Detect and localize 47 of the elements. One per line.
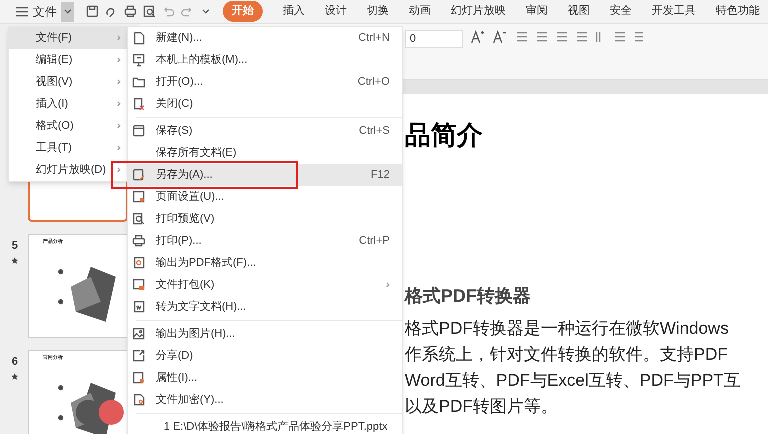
slide-number: 6 bbox=[12, 355, 18, 370]
slide-subtitle: 格式PDF转换器 bbox=[405, 285, 532, 308]
menu-item[interactable]: 格式(O) bbox=[9, 115, 127, 137]
menu-item[interactable]: 插入(I) bbox=[9, 93, 127, 115]
shortcut-text: Ctrl+O bbox=[358, 74, 390, 90]
menu-item[interactable]: 幻灯片放映(D) bbox=[9, 159, 127, 181]
menu-item[interactable]: 文件(F) bbox=[9, 27, 127, 49]
menu-item[interactable]: 打印预览(V) bbox=[128, 208, 402, 230]
slide-number: 5 bbox=[12, 239, 18, 254]
menu-item[interactable]: 分享(D) bbox=[128, 345, 402, 367]
menu-item[interactable]: 输出为图片(H)... bbox=[128, 323, 402, 345]
menu-item[interactable]: 视图(V) bbox=[9, 71, 127, 93]
menu-item[interactable]: 文件打包(K) bbox=[128, 274, 402, 296]
menu-item[interactable]: 保存所有文档(E) bbox=[128, 142, 402, 164]
ribbon-tab[interactable]: 设计 bbox=[325, 3, 347, 20]
ribbon-tab[interactable]: 幻灯片放映 bbox=[451, 3, 506, 20]
menu-item[interactable]: 编辑(E) bbox=[9, 49, 127, 71]
ribbon-tab[interactable]: 切换 bbox=[367, 3, 389, 20]
file-menu-label[interactable]: 文件 bbox=[33, 2, 57, 20]
font-size-field[interactable]: 0 bbox=[405, 30, 463, 48]
menu-item[interactable]: 输出为PDF格式(F)... bbox=[128, 252, 402, 274]
menu-item[interactable]: 关闭(C) bbox=[128, 93, 402, 115]
ribbon-tab[interactable]: 审阅 bbox=[526, 3, 548, 20]
menu-item[interactable]: 本机上的模板(M)... bbox=[128, 49, 402, 71]
ribbon-tab[interactable]: 动画 bbox=[409, 3, 431, 20]
menu-item[interactable]: 转为文字文档(H)... bbox=[128, 296, 402, 318]
ribbon-tab[interactable]: 视图 bbox=[568, 3, 590, 20]
ribbon-tab[interactable]: 插入 bbox=[283, 3, 305, 20]
shortcut-text: F12 bbox=[371, 168, 390, 183]
menu-item[interactable]: 打开(O)... Ctrl+O bbox=[128, 71, 402, 93]
menu-item[interactable]: 工具(T) bbox=[9, 137, 127, 159]
shortcut-text: Ctrl+N bbox=[358, 30, 390, 46]
menu-item[interactable]: 另存为(A)... F12 bbox=[128, 164, 402, 186]
slide-body-text: 格式PDF转换器是一种运行在微软Windows 作系统上，针对文件转换的软件。支持PDF Word互转、PDF与Excel互转、PDF与PPT互 以及PDF转图片等。 bbox=[405, 318, 742, 418]
menu-item[interactable]: 保存(S) Ctrl+S bbox=[128, 120, 402, 142]
slide-title: 品简介 bbox=[405, 122, 484, 148]
shortcut-text: Ctrl+P bbox=[359, 234, 390, 249]
menu-item[interactable]: 新建(N)... Ctrl+N bbox=[128, 27, 402, 49]
menu-item[interactable]: 页面设置(U)... bbox=[128, 186, 402, 208]
recent-file-item[interactable]: 1 E:\D\体验报告\嗨格式产品体验分享PPT.pptx bbox=[128, 416, 402, 434]
menu-item[interactable]: 属性(I)... bbox=[128, 367, 402, 389]
menu-item[interactable]: 打印(P)... Ctrl+P bbox=[128, 230, 402, 252]
menu-item[interactable]: 文件加密(Y)... bbox=[128, 389, 402, 411]
ribbon-tab[interactable]: 安全 bbox=[610, 3, 632, 20]
shortcut-text: Ctrl+S bbox=[359, 124, 390, 139]
ribbon-tab[interactable]: 开发工具 bbox=[652, 3, 696, 20]
ribbon-tab[interactable]: 特色功能 bbox=[716, 3, 760, 20]
